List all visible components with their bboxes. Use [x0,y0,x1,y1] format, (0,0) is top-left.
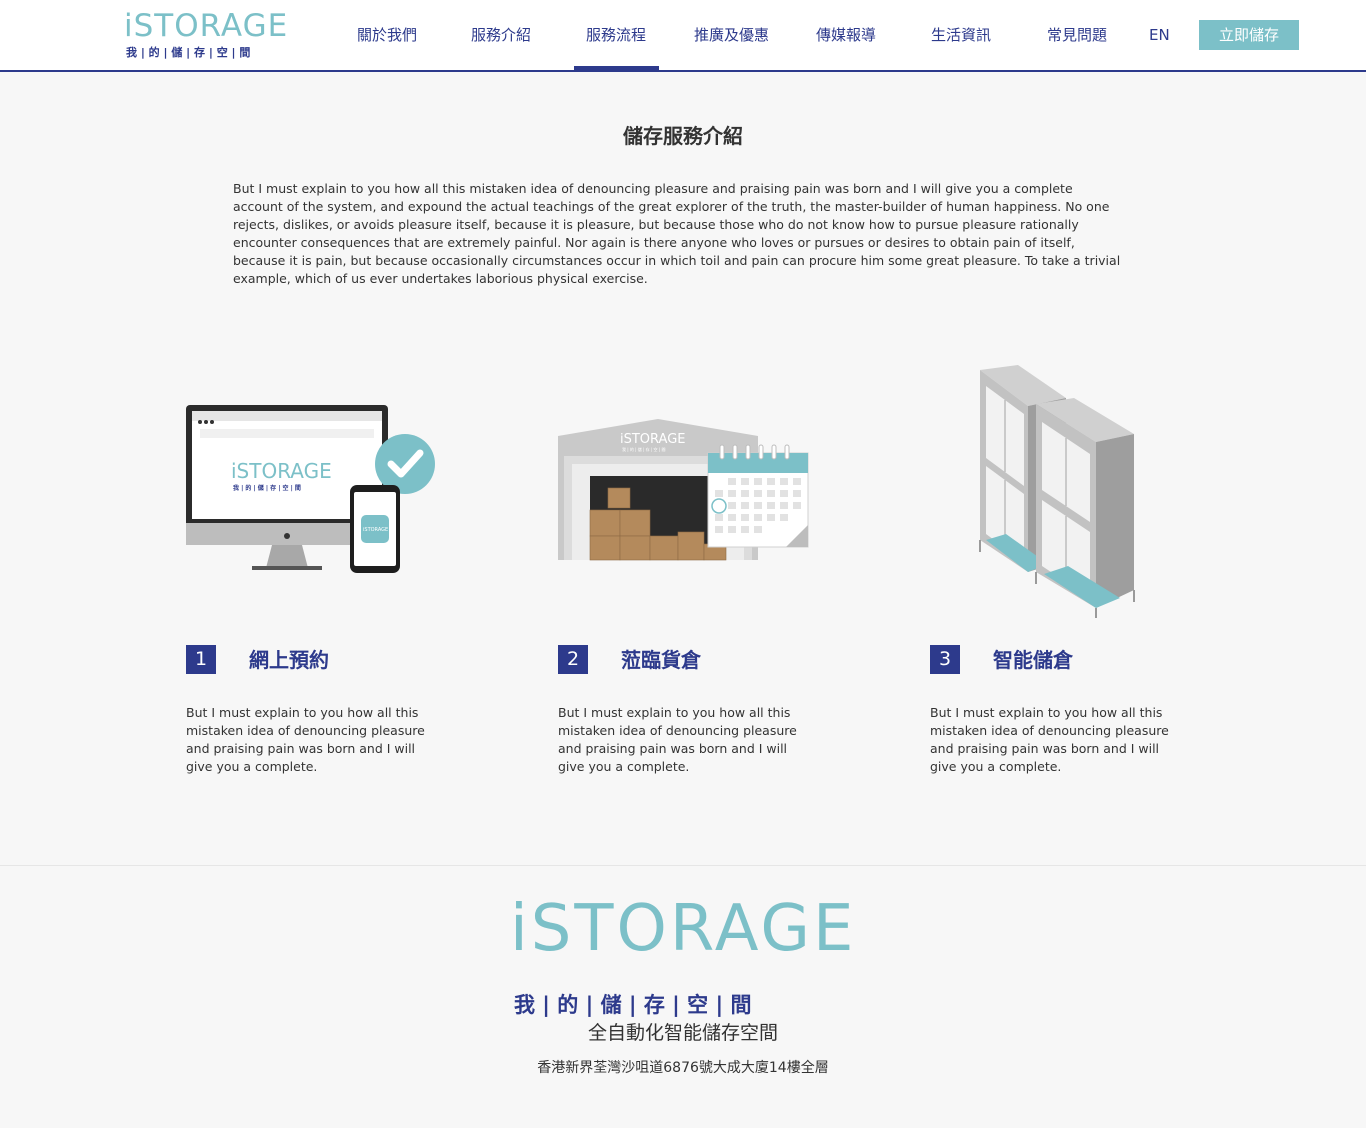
footer-logo: iSTORAGE 我 | 的 | 儲 | 存 | 空 | 間 [510,894,853,1017]
step-title: 智能儲倉 [993,648,1073,672]
step-card-1: iSTORAGE 我 | 的 | 儲 | 存 | 空 | 間 iSTORAGE … [186,340,486,790]
step-card-2: iSTORAGE 我 | 的 | 儲 | 存 | 空 | 間 2 蒞臨貨倉 Bu… [558,340,858,790]
step-number: 1 [186,645,216,674]
step-title: 網上預約 [249,648,329,672]
nav-active-indicator [574,66,659,70]
page-title: 儲存服務介紹 [623,124,743,148]
intro-paragraph: But I must explain to you how all this m… [233,181,1121,286]
warehouse-sign-text: iSTORAGE [620,432,686,447]
footer-tagline: 全自動化智能儲存空間 [587,1022,778,1044]
footer-logo-wordmark: iSTORAGE [510,892,857,966]
monitor-logo-subtitle: 我 | 的 | 儲 | 存 | 空 | 間 [233,484,301,492]
step-number: 3 [930,645,960,674]
online-booking-illustration: iSTORAGE 我 | 的 | 儲 | 存 | 空 | 間 iSTORAGE [186,405,435,573]
app-icon-label: iSTORAGE [363,527,388,533]
warehouse-visit-illustration: iSTORAGE 我 | 的 | 儲 | 存 | 空 | 間 [558,419,809,561]
logo-subtitle: 我 | 的 | 儲 | 存 | 空 | 間 [126,46,251,59]
step-description: But I must explain to you how all this m… [930,705,1169,774]
step-title: 蒞臨貨倉 [621,648,701,672]
warehouse-sign-subtitle: 我 | 的 | 儲 | 存 | 空 | 間 [622,446,665,452]
logo-wordmark: iSTORAGE [124,8,289,44]
smart-storage-illustration [979,365,1135,618]
step-description: But I must explain to you how all this m… [558,705,797,774]
nav-item-about[interactable]: 關於我們 [357,24,417,46]
step-number: 2 [558,645,588,674]
site-header: iSTORAGE 我 | 的 | 儲 | 存 | 空 | 間 關於我們 服務介紹… [0,0,1366,72]
step-card-3: 3 智能儲倉 But I must explain to you how all… [930,340,1230,790]
nav-item-lifestyle[interactable]: 生活資訊 [931,24,991,46]
site-logo[interactable]: iSTORAGE 我 | 的 | 儲 | 存 | 空 | 間 [124,8,296,62]
nav-item-media[interactable]: 傳媒報導 [816,24,876,46]
nav-item-promotions[interactable]: 推廣及優惠 [694,24,769,46]
store-now-button[interactable]: 立即儲存 [1199,20,1299,50]
footer-logo-subtitle: 我 | 的 | 儲 | 存 | 空 | 間 [514,993,752,1017]
nav-item-faq[interactable]: 常見問題 [1047,24,1107,46]
nav-item-process[interactable]: 服務流程 [586,24,646,46]
nav-item-language[interactable]: EN [1149,24,1170,46]
site-footer: iSTORAGE 我 | 的 | 儲 | 存 | 空 | 間 全自動化智能儲存空… [0,865,1366,1128]
footer-address: 香港新界荃灣沙咀道6876號大成大廈14樓全層 [537,1060,829,1076]
nav-item-services[interactable]: 服務介紹 [471,24,531,46]
monitor-logo-text: iSTORAGE [231,459,332,483]
step-description: But I must explain to you how all this m… [186,705,425,774]
